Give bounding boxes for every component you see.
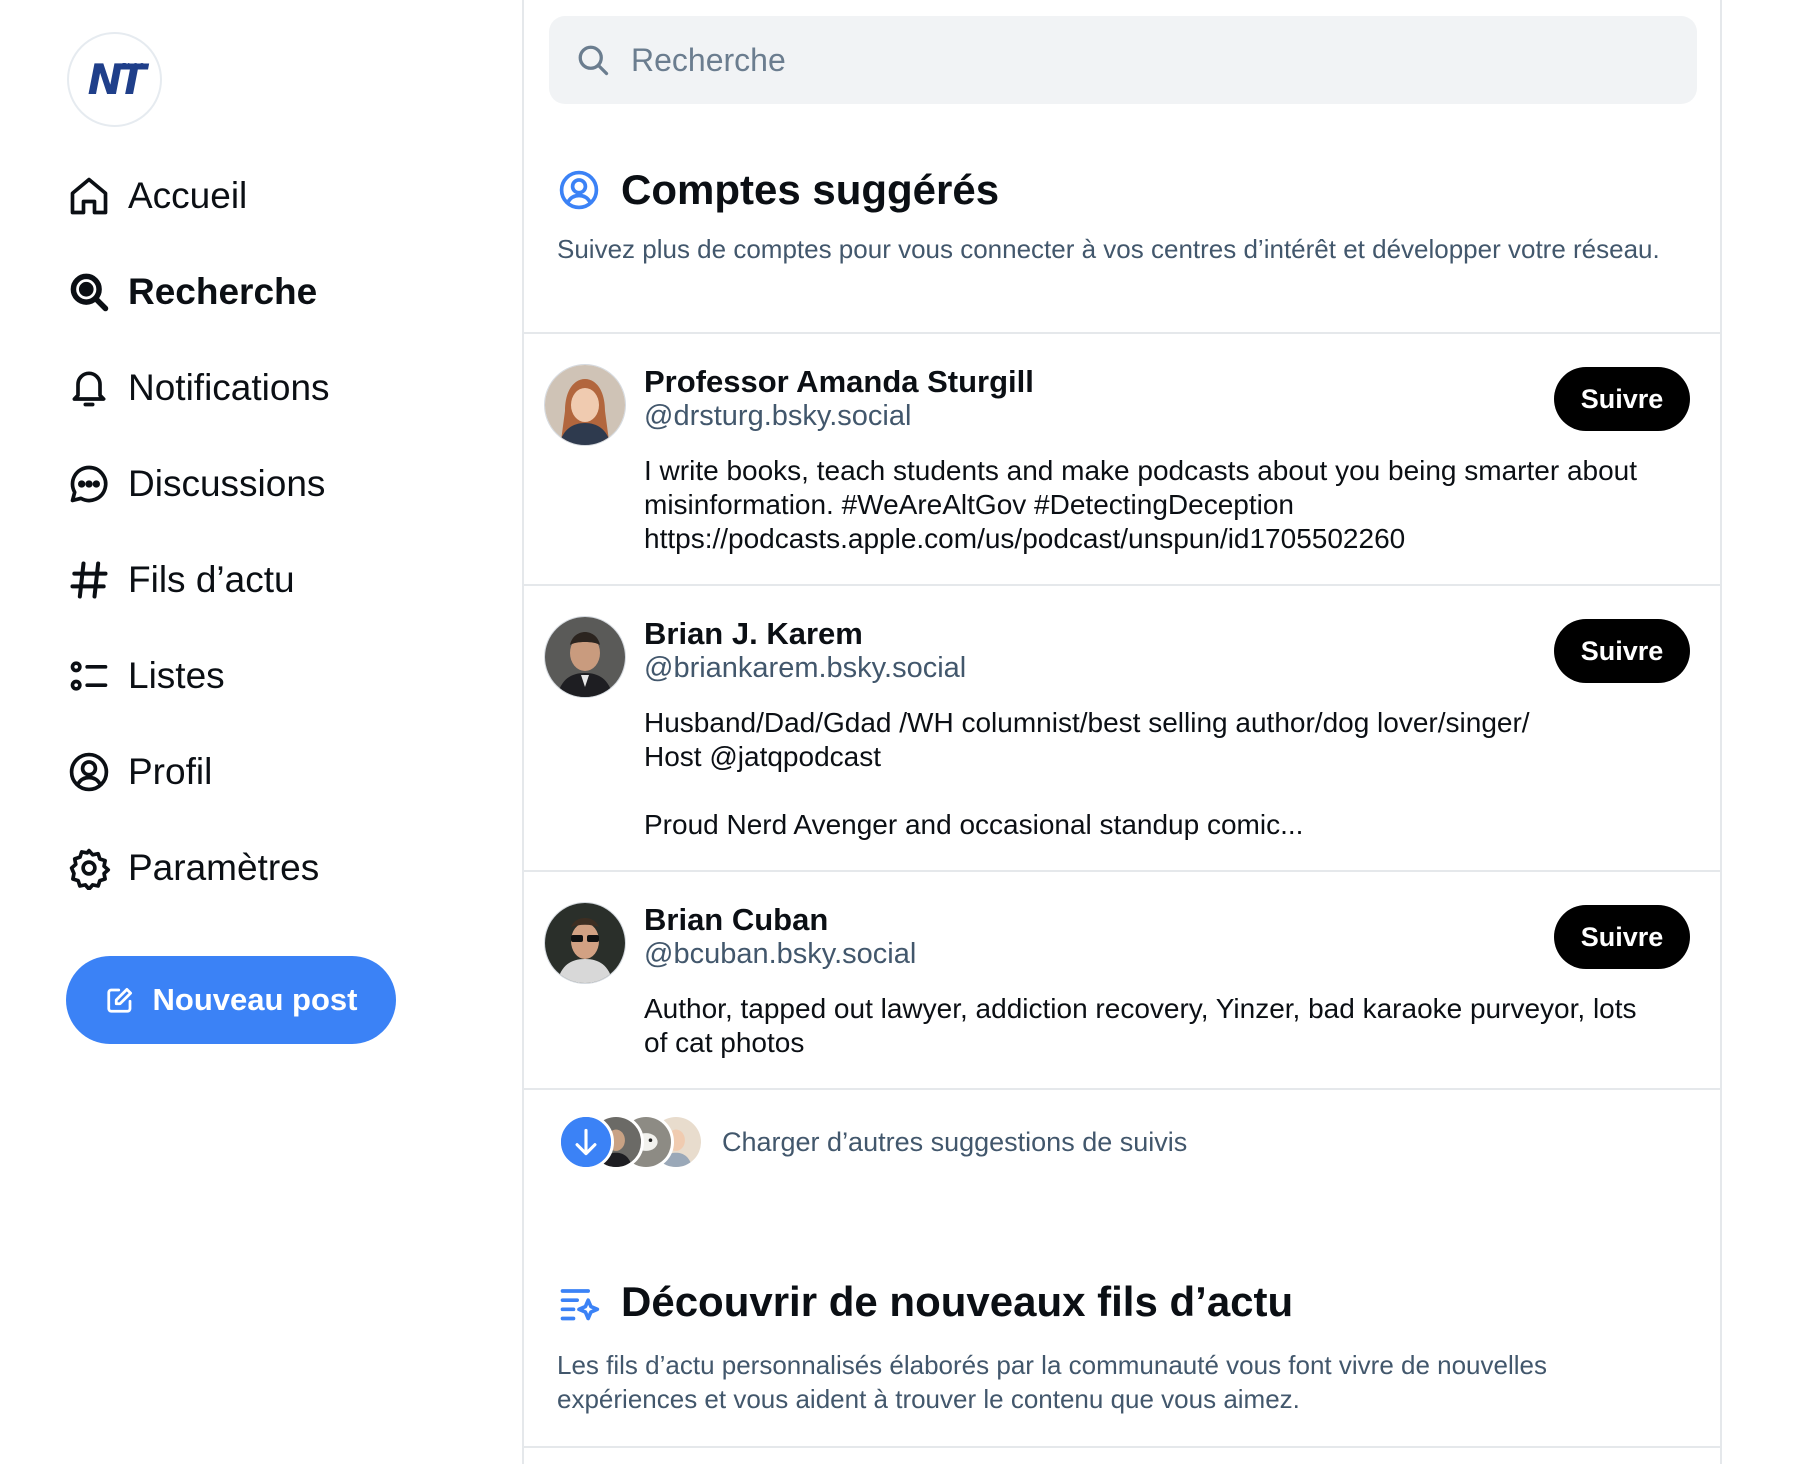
discover-feeds-header: Découvrir de nouveaux fils d’actu <box>557 1278 1293 1326</box>
suggested-account-card[interactable]: Brian Cuban @bcuban.bsky.social Suivre A… <box>524 872 1720 1088</box>
divider <box>524 1446 1720 1448</box>
sparkle-list-icon <box>560 1289 600 1321</box>
account-bio: Author, tapped out lawyer, addiction rec… <box>644 993 1637 1058</box>
nav-label: Fils d’actu <box>128 559 295 600</box>
suggested-account-card[interactable]: Professor Amanda Sturgill @drsturg.bsky.… <box>524 334 1720 584</box>
suggested-account-card[interactable]: Brian J. Karem @briankarem.bsky.social S… <box>524 586 1720 870</box>
load-more-label: Charger d’autres suggestions de suivis <box>722 1126 1188 1157</box>
nav-item-discussions[interactable]: Discussions <box>66 436 506 532</box>
account-handle[interactable]: @bcuban.bsky.social <box>644 938 916 971</box>
search-icon <box>578 45 609 76</box>
user-circle-icon <box>559 170 599 210</box>
nav-label: Paramètres <box>128 847 320 888</box>
load-more-suggestions-button[interactable]: Charger d’autres suggestions de suivis <box>558 1112 1187 1172</box>
section-title: Comptes suggérés <box>621 166 1000 213</box>
avatar[interactable] <box>544 364 626 446</box>
nav-label: Discussions <box>128 463 326 504</box>
nav-item-notifications[interactable]: Notifications <box>66 340 506 436</box>
section-description: Suivez plus de comptes pour vous connect… <box>557 234 1660 264</box>
suggested-accounts-header: Comptes suggérés <box>557 166 999 214</box>
nav-item-accueil[interactable]: Accueil <box>66 148 506 244</box>
left-sidebar: NT BLOG Accueil Recherche Notifications … <box>0 0 520 1464</box>
nav-item-parametres[interactable]: Paramètres <box>66 820 506 916</box>
nav-item-profil[interactable]: Profil <box>66 724 506 820</box>
account-name[interactable]: Brian J. Karem <box>644 616 863 652</box>
account-handle[interactable]: @briankarem.bsky.social <box>644 652 966 685</box>
hashtag-icon <box>66 557 112 603</box>
section-description: Les fils d’actu personnalisés élaborés p… <box>557 1350 1547 1414</box>
nav-item-recherche[interactable]: Recherche <box>66 244 506 340</box>
user-circle-icon <box>66 749 112 795</box>
edit-icon <box>106 988 132 1013</box>
nav-label: Notifications <box>128 367 330 408</box>
search-bar[interactable] <box>549 16 1697 104</box>
nav-label: Accueil <box>128 175 248 216</box>
account-bio: I write books, teach students and make p… <box>644 455 1638 554</box>
nav-label: Listes <box>128 655 225 696</box>
nav-item-feeds[interactable]: Fils d’actu <box>66 532 506 628</box>
account-handle[interactable]: @drsturg.bsky.social <box>644 400 911 433</box>
divider <box>524 1088 1720 1090</box>
arrow-down-icon <box>558 1114 614 1170</box>
avatar-stack <box>558 1112 708 1172</box>
nav-label: Recherche <box>128 271 318 312</box>
follow-button[interactable]: Suivre <box>1554 619 1690 683</box>
logo-tag: BLOG <box>121 62 145 71</box>
section-title: Découvrir de nouveaux fils d’actu <box>621 1278 1294 1325</box>
nav-item-listes[interactable]: Listes <box>66 628 506 724</box>
account-name[interactable]: Professor Amanda Sturgill <box>644 364 1034 400</box>
right-sidebar-clipped <box>1776 0 1798 1464</box>
search-icon <box>66 269 112 315</box>
new-post-button[interactable]: Nouveau post <box>66 956 396 1044</box>
search-input[interactable] <box>631 41 1697 79</box>
profile-logo-avatar[interactable]: NT BLOG <box>67 32 162 127</box>
chat-bubble-icon <box>66 461 112 507</box>
bell-icon <box>66 365 112 411</box>
account-bio: Husband/Dad/Gdad /WH columnist/best sell… <box>644 707 1530 840</box>
avatar[interactable] <box>544 616 626 698</box>
follow-button[interactable]: Suivre <box>1554 905 1690 969</box>
nav-label: Profil <box>128 751 213 792</box>
account-name[interactable]: Brian Cuban <box>644 902 828 938</box>
home-icon <box>66 173 112 219</box>
gear-icon <box>66 845 112 891</box>
list-icon <box>66 653 112 699</box>
main-navigation: Accueil Recherche Notifications Discussi… <box>66 148 506 916</box>
new-post-label: Nouveau post <box>152 982 358 1017</box>
main-column: Comptes suggérés Suivez plus de comptes … <box>522 0 1722 1464</box>
follow-button[interactable]: Suivre <box>1554 367 1690 431</box>
avatar[interactable] <box>544 902 626 984</box>
